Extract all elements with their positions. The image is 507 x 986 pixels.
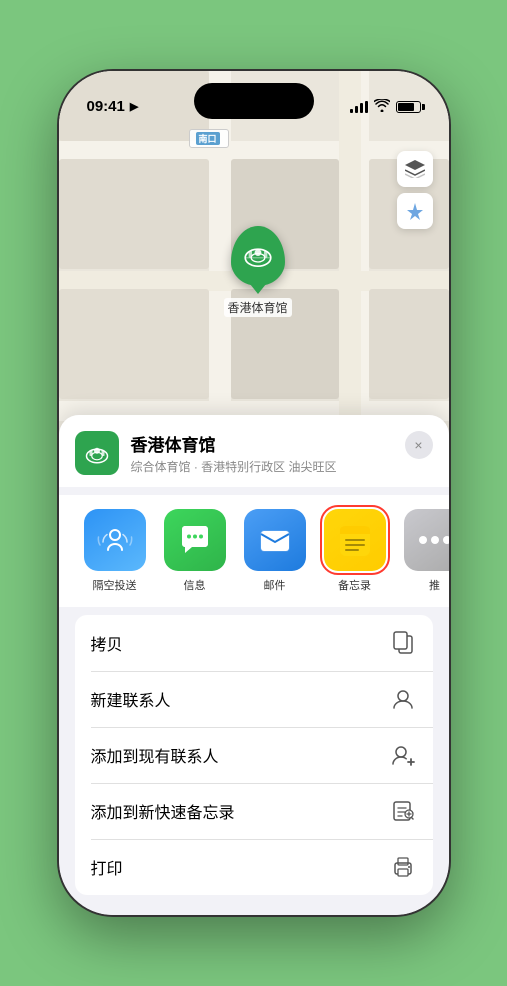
- share-item-airdrop[interactable]: 隔空投送: [75, 509, 155, 593]
- action-quick-note[interactable]: 添加到新快速备忘录: [75, 783, 433, 839]
- wifi-icon: [374, 99, 390, 115]
- dot-1: [419, 536, 427, 544]
- pin-icon: [231, 226, 285, 286]
- phone-frame: 09:41 ▶: [59, 71, 449, 915]
- airdrop-icon-wrap: [84, 509, 146, 571]
- action-print-label: 打印: [91, 855, 389, 879]
- venue-description: 综合体育馆 · 香港特别行政区 油尖旺区: [131, 458, 433, 475]
- new-contact-icon: [389, 685, 417, 713]
- share-item-notes[interactable]: 备忘录: [315, 509, 395, 593]
- share-actions-row: 隔空投送 信息: [59, 495, 449, 607]
- add-contact-icon: [389, 741, 417, 769]
- venue-info: 香港体育馆 综合体育馆 · 香港特别行政区 油尖旺区: [131, 431, 433, 475]
- messages-icon-wrap: [164, 509, 226, 571]
- more-icon-wrap: [404, 509, 449, 571]
- bottom-sheet: 香港体育馆 综合体育馆 · 香港特别行政区 油尖旺区 ×: [59, 415, 449, 915]
- signal-bar-2: [355, 106, 358, 113]
- more-label: 推: [429, 577, 440, 593]
- action-new-contact[interactable]: 新建联系人: [75, 671, 433, 727]
- venue-pin[interactable]: 香港体育馆: [224, 226, 292, 317]
- copy-icon: [389, 629, 417, 657]
- pin-label: 香港体育馆: [224, 298, 292, 317]
- map-road-h1: [59, 141, 449, 161]
- venue-name: 香港体育馆: [131, 431, 433, 456]
- notes-icon-wrap: [324, 509, 386, 571]
- divider-1: [59, 487, 449, 495]
- venue-header: 香港体育馆 综合体育馆 · 香港特别行政区 油尖旺区 ×: [59, 415, 449, 487]
- label-prefix: 南口: [196, 132, 220, 145]
- action-copy-label: 拷贝: [91, 631, 389, 655]
- action-print[interactable]: 打印: [75, 839, 433, 895]
- phone-screen: 09:41 ▶: [59, 71, 449, 915]
- map-location-button[interactable]: [397, 193, 433, 229]
- map-label-nanlou: 南口: [189, 129, 229, 148]
- signal-bar-3: [360, 103, 363, 113]
- status-time: 09:41 ▶: [87, 98, 139, 115]
- action-copy[interactable]: 拷贝: [75, 615, 433, 671]
- action-new-contact-label: 新建联系人: [91, 687, 389, 711]
- dot-2: [431, 536, 439, 544]
- more-dots: [419, 536, 449, 544]
- map-block-bl: [59, 289, 209, 399]
- messages-label: 信息: [184, 577, 206, 593]
- share-item-messages[interactable]: 信息: [155, 509, 235, 593]
- action-quick-note-label: 添加到新快速备忘录: [91, 799, 389, 823]
- battery-fill: [398, 103, 415, 111]
- airdrop-label: 隔空投送: [93, 577, 137, 593]
- map-block-br: [369, 289, 449, 399]
- dot-3: [443, 536, 449, 544]
- mail-label: 邮件: [264, 577, 286, 593]
- dynamic-island: [194, 83, 314, 119]
- time-display: 09:41: [87, 98, 125, 115]
- action-add-contact-label: 添加到现有联系人: [91, 743, 389, 767]
- notes-label: 备忘录: [338, 577, 371, 593]
- print-icon: [389, 853, 417, 881]
- share-item-mail[interactable]: 邮件: [235, 509, 315, 593]
- mail-icon-wrap: [244, 509, 306, 571]
- location-icon: ▶: [130, 100, 138, 113]
- signal-bars: [350, 101, 368, 113]
- signal-bar-4: [365, 101, 368, 113]
- action-add-contact[interactable]: 添加到现有联系人: [75, 727, 433, 783]
- battery-icon: [396, 101, 421, 113]
- status-icons: [350, 99, 421, 115]
- share-item-more[interactable]: 推: [395, 509, 449, 593]
- quick-note-icon: [389, 797, 417, 825]
- close-button[interactable]: ×: [405, 431, 433, 459]
- map-controls: [397, 151, 433, 229]
- signal-bar-1: [350, 109, 353, 113]
- map-block-tl: [59, 159, 209, 269]
- venue-icon: [75, 431, 119, 475]
- map-layer-button[interactable]: [397, 151, 433, 187]
- action-list: 拷贝 新建联系人: [75, 615, 433, 895]
